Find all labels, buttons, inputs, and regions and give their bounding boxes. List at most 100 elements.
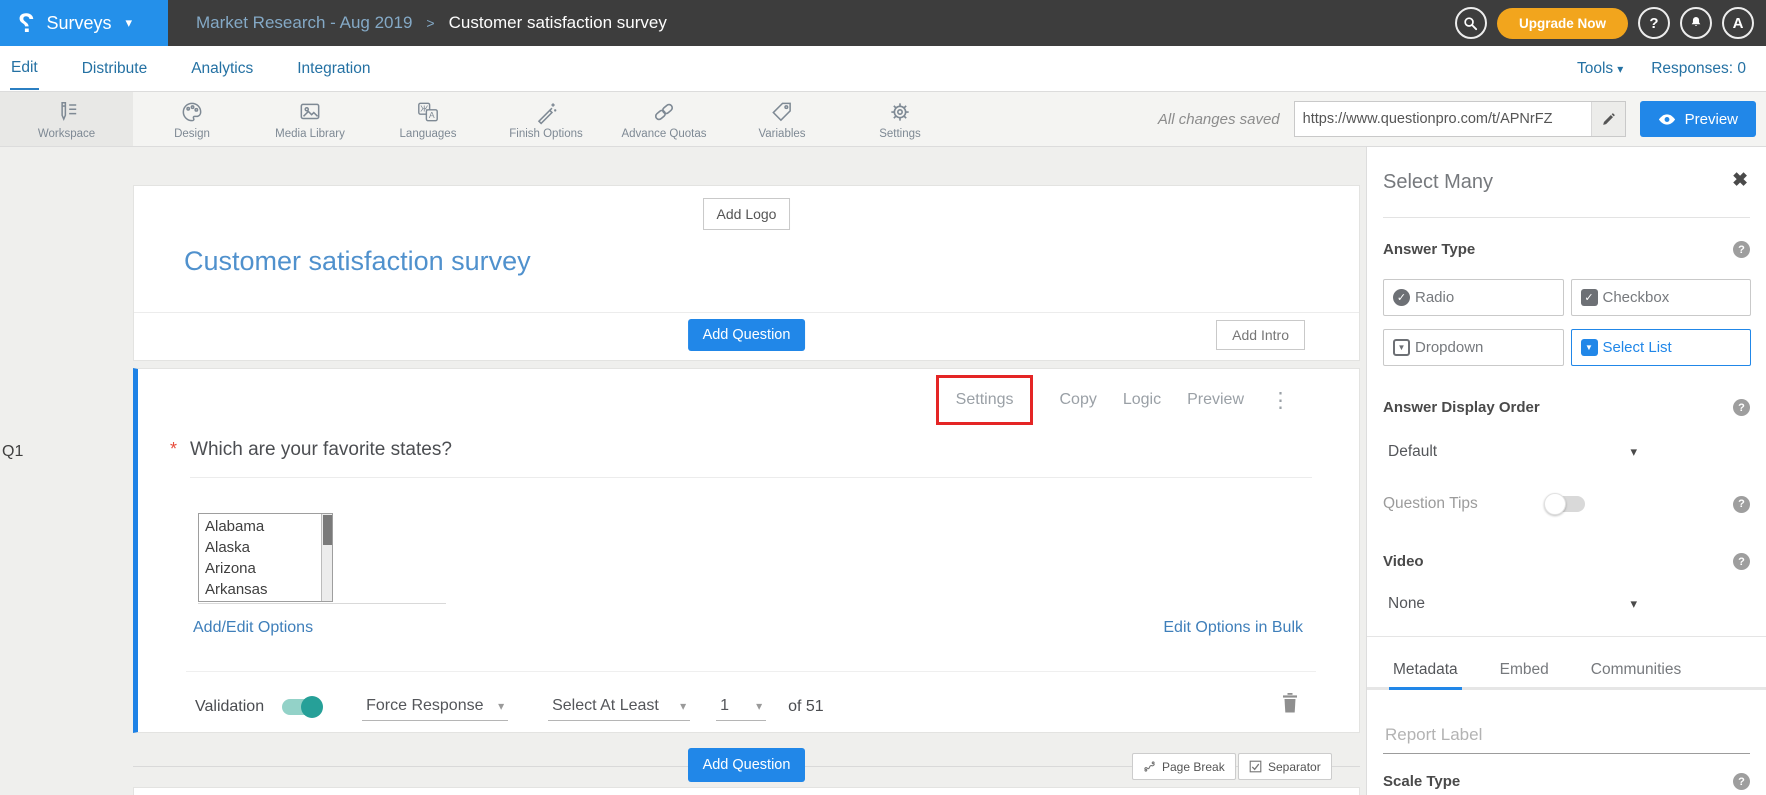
video-dropdown[interactable]: None ▾ bbox=[1383, 595, 1641, 613]
option-total-label: of 51 bbox=[788, 698, 824, 716]
help-icon[interactable]: ? bbox=[1733, 773, 1750, 790]
question-mark-icon: ? bbox=[1649, 15, 1658, 32]
edit-options-in-bulk-link[interactable]: Edit Options in Bulk bbox=[1163, 619, 1303, 637]
preview-button-label: Preview bbox=[1685, 111, 1738, 128]
toolbar-item-finish-options[interactable]: Finish Options bbox=[487, 92, 605, 146]
edit-url-button[interactable] bbox=[1591, 102, 1625, 136]
toolbar-item-settings[interactable]: Settings bbox=[841, 92, 959, 146]
answer-listbox[interactable]: Alabama Alaska Arizona Arkansas bbox=[198, 513, 333, 602]
kebab-menu-icon[interactable]: ⋮ bbox=[1270, 388, 1291, 413]
pencil-icon bbox=[1601, 112, 1616, 127]
scrollbar-thumb[interactable] bbox=[323, 515, 332, 545]
toolbar-item-advance-quotas[interactable]: Advance Quotas bbox=[605, 92, 723, 146]
chevron-down-icon: ▾ bbox=[1630, 444, 1637, 460]
toolbar-item-media-library[interactable]: Media Library bbox=[251, 92, 369, 146]
breadcrumb-folder[interactable]: Market Research - Aug 2019 bbox=[196, 13, 412, 33]
selection-rule-dropdown[interactable]: Select At Least ▾ bbox=[548, 694, 690, 721]
toolbar-item-variables[interactable]: Variables bbox=[723, 92, 841, 146]
question-preview-button[interactable]: Preview bbox=[1187, 391, 1244, 409]
answer-type-select-list[interactable]: ▼ Select List bbox=[1571, 329, 1752, 366]
toolbar-item-label: Languages bbox=[400, 128, 457, 140]
add-question-button-top[interactable]: Add Question bbox=[688, 319, 806, 351]
answer-option[interactable]: Arkansas bbox=[205, 579, 332, 600]
add-edit-options-link[interactable]: Add/Edit Options bbox=[193, 619, 313, 637]
section-tabs: Edit Distribute Analytics Integration bbox=[10, 46, 371, 91]
breadcrumb-separator: > bbox=[426, 15, 434, 31]
divider bbox=[198, 603, 446, 604]
chevron-down-icon: ▾ bbox=[498, 699, 504, 713]
scale-type-row: Scale Type ? bbox=[1383, 773, 1750, 790]
panel-title: Select Many bbox=[1383, 171, 1493, 194]
close-icon[interactable]: ✖ bbox=[1732, 169, 1748, 192]
breadcrumb-current[interactable]: Customer satisfaction survey bbox=[449, 13, 667, 33]
tools-menu[interactable]: Tools▾ bbox=[1577, 60, 1623, 78]
save-status: All changes saved bbox=[1158, 111, 1280, 128]
product-name: Surveys bbox=[47, 13, 112, 34]
responses-count[interactable]: Responses: 0 bbox=[1651, 60, 1746, 78]
question-text[interactable]: Which are your favorite states? bbox=[190, 439, 452, 461]
listbox-scrollbar[interactable] bbox=[321, 514, 332, 601]
checkbox-check-icon: ✓ bbox=[1581, 289, 1598, 306]
validation-toggle[interactable] bbox=[282, 699, 320, 715]
answer-type-option-label: Select List bbox=[1603, 339, 1672, 356]
questionpro-logo-icon: ? bbox=[18, 10, 35, 37]
survey-title[interactable]: Customer satisfaction survey bbox=[184, 246, 531, 277]
validation-rule-dropdown[interactable]: Force Response ▾ bbox=[362, 694, 508, 721]
min-count-dropdown[interactable]: 1 ▾ bbox=[716, 694, 766, 721]
search-button[interactable] bbox=[1455, 7, 1487, 39]
survey-url-input[interactable] bbox=[1295, 102, 1591, 136]
help-button[interactable]: ? bbox=[1638, 7, 1670, 39]
answer-option[interactable]: Alaska bbox=[205, 537, 332, 558]
account-avatar[interactable]: A bbox=[1722, 7, 1754, 39]
add-question-button-bottom[interactable]: Add Question bbox=[688, 748, 806, 782]
add-intro-button[interactable]: Add Intro bbox=[1216, 320, 1305, 350]
chevron-down-icon: ▾ bbox=[126, 15, 133, 31]
report-label-input[interactable] bbox=[1383, 717, 1750, 754]
help-icon[interactable]: ? bbox=[1733, 241, 1750, 258]
tab-communities[interactable]: Communities bbox=[1587, 650, 1685, 690]
surveys-menu[interactable]: ? Surveys ▾ bbox=[0, 0, 168, 46]
tab-distribute[interactable]: Distribute bbox=[81, 49, 148, 89]
toolbar-item-languages[interactable]: ЖA Languages bbox=[369, 92, 487, 146]
answer-option[interactable]: Alabama bbox=[205, 516, 332, 537]
answer-type-radio[interactable]: ✓ Radio bbox=[1383, 279, 1564, 316]
question-card: Settings Copy Logic Preview ⋮ * Which ar… bbox=[133, 368, 1360, 733]
question-logic-button[interactable]: Logic bbox=[1123, 391, 1161, 409]
top-bar: ? Surveys ▾ Market Research - Aug 2019 >… bbox=[0, 0, 1766, 46]
tab-integration[interactable]: Integration bbox=[296, 49, 371, 89]
toolbar-item-design[interactable]: Design bbox=[133, 92, 251, 146]
video-label: Video bbox=[1383, 553, 1424, 570]
question-tips-label: Question Tips bbox=[1383, 495, 1547, 513]
toolbar-item-label: Variables bbox=[758, 128, 805, 140]
notifications-button[interactable] bbox=[1680, 7, 1712, 39]
tab-metadata[interactable]: Metadata bbox=[1389, 650, 1462, 690]
answer-type-label: Answer Type bbox=[1383, 241, 1475, 258]
question-settings-button[interactable]: Settings bbox=[956, 391, 1014, 408]
help-icon[interactable]: ? bbox=[1733, 553, 1750, 570]
eye-icon bbox=[1658, 113, 1676, 126]
answer-display-order-dropdown[interactable]: Default ▾ bbox=[1383, 443, 1641, 461]
answer-type-dropdown[interactable]: ▼ Dropdown bbox=[1383, 329, 1564, 366]
question-copy-button[interactable]: Copy bbox=[1059, 391, 1096, 409]
validation-rule-value: Force Response bbox=[366, 697, 483, 715]
page-break-button[interactable]: Page Break bbox=[1132, 753, 1236, 780]
answer-type-checkbox[interactable]: ✓ Checkbox bbox=[1571, 279, 1752, 316]
answer-type-row: Answer Type ? bbox=[1383, 241, 1750, 258]
help-icon[interactable]: ? bbox=[1733, 399, 1750, 416]
tab-edit[interactable]: Edit bbox=[10, 48, 39, 90]
add-logo-button[interactable]: Add Logo bbox=[703, 198, 791, 230]
toolbar-item-workspace[interactable]: Workspace bbox=[0, 92, 133, 146]
answer-type-options: ✓ Radio ✓ Checkbox ▼ Dropdown ▼ Select L… bbox=[1383, 279, 1751, 366]
question-tips-toggle[interactable] bbox=[1547, 496, 1585, 512]
preview-button[interactable]: Preview bbox=[1640, 101, 1756, 137]
answer-option[interactable]: Arizona bbox=[205, 558, 332, 579]
tab-analytics[interactable]: Analytics bbox=[190, 49, 254, 89]
upgrade-now-button[interactable]: Upgrade Now bbox=[1497, 8, 1628, 39]
questionpro-survey-editor: ? Surveys ▾ Market Research - Aug 2019 >… bbox=[0, 0, 1766, 795]
divider bbox=[190, 477, 1312, 478]
delete-question-button[interactable] bbox=[1281, 691, 1299, 720]
separator-button[interactable]: Separator bbox=[1238, 753, 1332, 780]
svg-text:A: A bbox=[429, 109, 435, 119]
tab-embed[interactable]: Embed bbox=[1496, 650, 1553, 690]
help-icon[interactable]: ? bbox=[1733, 496, 1750, 513]
